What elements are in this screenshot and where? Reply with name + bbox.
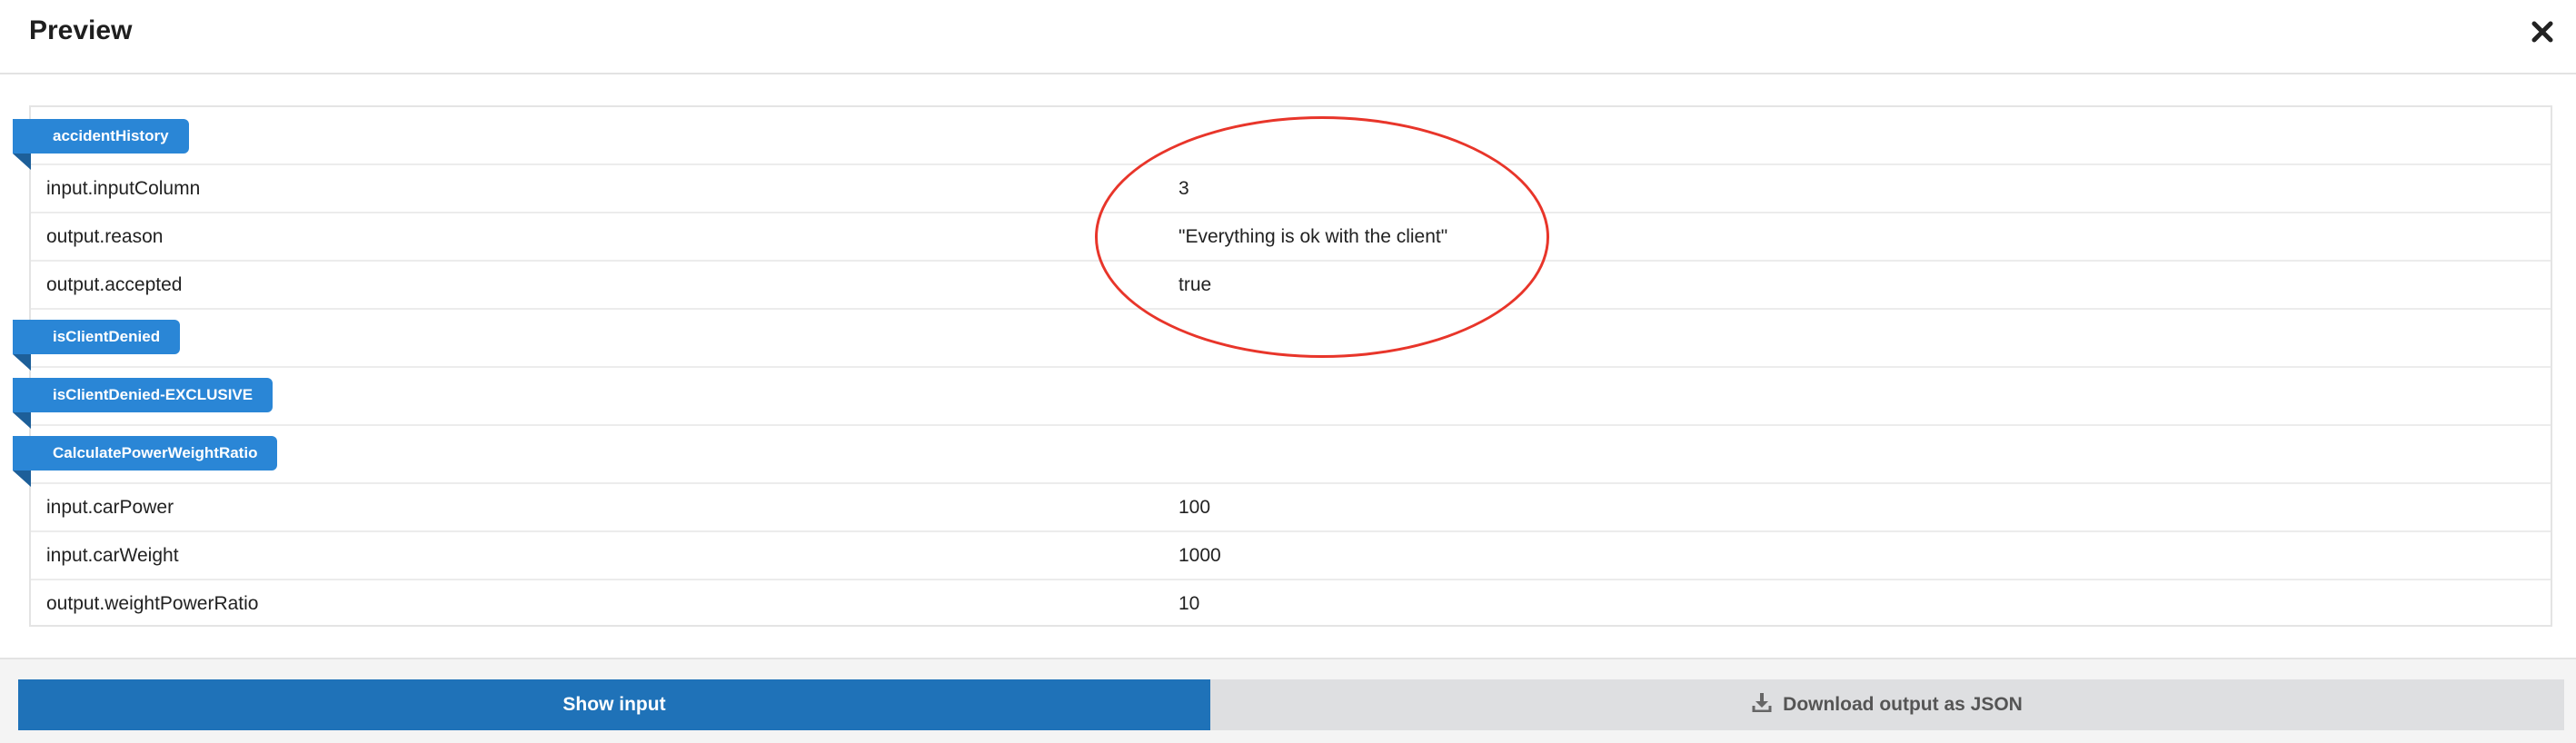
show-input-button[interactable]: Show input xyxy=(18,679,1210,730)
download-icon xyxy=(1752,692,1772,718)
row-value: 10 xyxy=(1179,593,1200,614)
table-row: input.carWeight 1000 xyxy=(31,532,2551,580)
ribbon-fold xyxy=(13,154,31,170)
row-value: "Everything is ok with the client" xyxy=(1179,226,1448,247)
row-key: input.carPower xyxy=(46,497,174,518)
row-key: input.inputColumn xyxy=(46,178,201,199)
close-icon[interactable] xyxy=(2527,16,2558,47)
results-panel: accidentHistory input.inputColumn 3 outp… xyxy=(13,105,2552,627)
section-ribbon-CalculatePowerWeightRatio: CalculatePowerWeightRatio xyxy=(13,436,278,471)
download-output-json-button[interactable]: Download output as JSON xyxy=(1210,679,2564,730)
section-ribbon-isClientDenied: isClientDenied xyxy=(13,320,181,354)
section-header-row: CalculatePowerWeightRatio xyxy=(13,426,2551,487)
row-key: input.carWeight xyxy=(46,545,179,566)
section-ribbon-isClientDenied-EXCLUSIVE: isClientDenied-EXCLUSIVE xyxy=(13,378,274,412)
ribbon-fold xyxy=(13,412,31,429)
section-ribbon-accidentHistory: accidentHistory xyxy=(13,119,189,154)
preview-header: Preview xyxy=(0,0,2576,74)
section-header-row: isClientDenied xyxy=(13,310,2551,371)
table-row: output.weightPowerRatio 10 xyxy=(31,580,2551,625)
row-value: 100 xyxy=(1179,497,1211,518)
section-header-row: accidentHistory xyxy=(13,107,2551,170)
ribbon-fold xyxy=(13,354,31,371)
footer-bar: Show input Download output as JSON xyxy=(0,658,2576,743)
table-row: output.accepted true xyxy=(31,262,2551,310)
page-title: Preview xyxy=(29,15,133,45)
table-row: output.reason "Everything is ok with the… xyxy=(31,213,2551,262)
row-value: 1000 xyxy=(1179,545,1221,566)
download-button-label: Download output as JSON xyxy=(1783,694,2023,715)
section-header-row: isClientDenied-EXCLUSIVE xyxy=(13,368,2551,429)
table-row: input.inputColumn 3 xyxy=(31,165,2551,213)
row-key: output.accepted xyxy=(46,274,183,295)
row-value: 3 xyxy=(1179,178,1189,199)
ribbon-fold xyxy=(13,471,31,487)
table-row: input.carPower 100 xyxy=(31,484,2551,532)
row-key: output.reason xyxy=(46,226,164,247)
row-key: output.weightPowerRatio xyxy=(46,593,259,614)
row-value: true xyxy=(1179,274,1212,295)
